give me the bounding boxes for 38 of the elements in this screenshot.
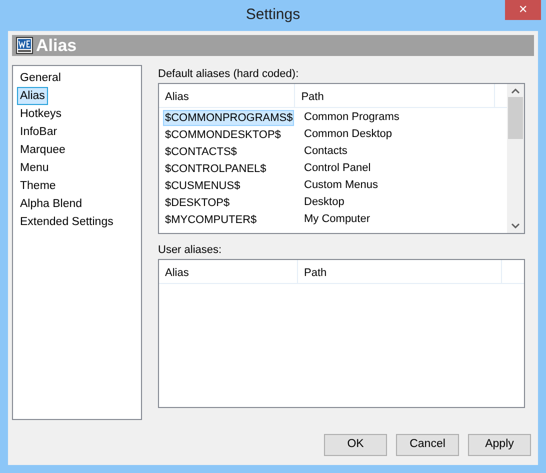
scrollbar-thumb[interactable]: [508, 97, 523, 139]
path-cell-text: Control Panel: [303, 161, 372, 176]
page-heading: Alias: [36, 34, 77, 57]
sidebar-item[interactable]: Alias: [17, 87, 48, 105]
sidebar-item[interactable]: Theme: [17, 177, 59, 195]
window-title: Settings: [246, 5, 300, 26]
alias-cell[interactable]: $MYCOMPUTER$: [163, 212, 294, 228]
path-cell-text: Custom Menus: [303, 178, 379, 194]
scrollbar[interactable]: [507, 84, 524, 233]
column-header[interactable]: Alias: [159, 260, 298, 283]
alias-cell[interactable]: $CONTROLPANEL$: [163, 160, 294, 176]
path-cell-text: My Computer: [303, 212, 372, 228]
path-cell-text: Common Programs: [303, 110, 400, 126]
sidebar-item[interactable]: Marquee: [17, 141, 68, 159]
column-header[interactable]: Alias: [159, 84, 296, 107]
alias-cell[interactable]: $COMMONDESKTOP$: [163, 126, 294, 142]
dialog-button[interactable]: Apply: [468, 434, 531, 456]
alias-cell[interactable]: $COMMONPROGRAMS$: [163, 110, 294, 126]
default-aliases-label: Default aliases (hard coded):: [158, 68, 300, 80]
alias-cell[interactable]: $CUSMENUS$: [163, 178, 294, 194]
alias-cell[interactable]: $DESKTOP$: [163, 194, 294, 210]
close-button[interactable]: ✕: [505, 0, 541, 20]
app-logo-icon: [16, 37, 33, 54]
path-cell-text: Contacts: [303, 144, 348, 160]
path-cell-text: Common Desktop: [303, 127, 394, 142]
column-header[interactable]: Path: [295, 84, 495, 107]
dialog-button[interactable]: Cancel: [396, 434, 459, 456]
sidebar-item[interactable]: Alpha Blend: [17, 195, 86, 213]
sidebar-item[interactable]: General: [17, 69, 64, 87]
user-aliases-label: User aliases:: [158, 244, 223, 256]
sidebar-item[interactable]: Hotkeys: [17, 105, 65, 123]
sidebar-item[interactable]: Extended Settings: [17, 213, 116, 231]
dialog-button[interactable]: OK: [324, 434, 387, 456]
sidebar-item[interactable]: Menu: [17, 159, 52, 177]
alias-cell[interactable]: $CONTACTS$: [163, 144, 294, 160]
column-header[interactable]: Path: [298, 260, 502, 283]
path-cell-text: Desktop: [303, 195, 346, 210]
sidebar-item[interactable]: InfoBar: [17, 123, 60, 141]
